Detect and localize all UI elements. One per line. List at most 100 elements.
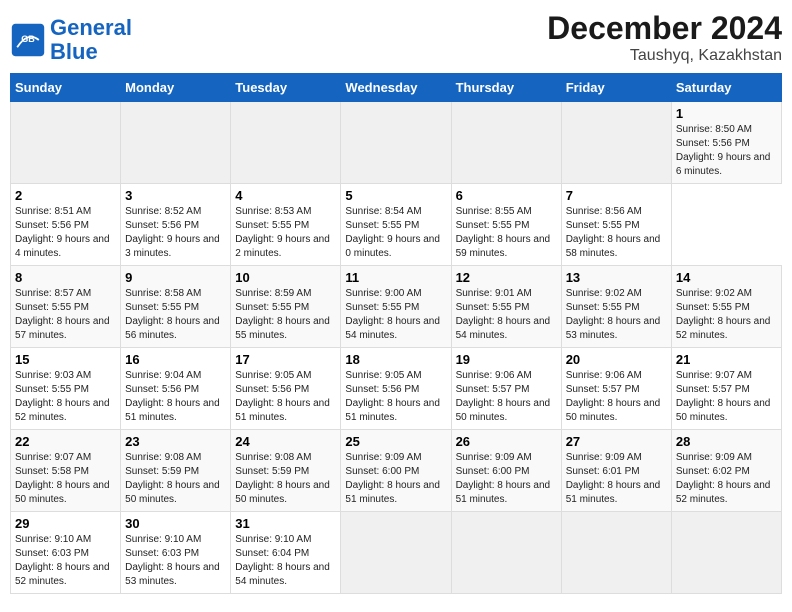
week-row-6: 29 Sunrise: 9:10 AMSunset: 6:03 PMDayligh… [11,512,782,594]
day-info: Sunrise: 8:50 AMSunset: 5:56 PMDaylight:… [676,123,777,179]
day-number: 30 [125,516,226,531]
day-number: 18 [345,352,446,367]
logo: GB General Blue [10,16,132,64]
day-number: 14 [676,270,777,285]
day-info: Sunrise: 9:10 AMSunset: 6:04 PMDaylight:… [235,533,336,589]
calendar-cell: 22Sunrise: 9:07 AMSunset: 5:58 PMDayligh… [11,430,121,512]
day-info: Sunrise: 9:08 AMSunset: 5:59 PMDaylight:… [125,451,226,507]
svg-text:GB: GB [21,34,35,44]
calendar-cell [451,102,561,184]
day-number: 10 [235,270,336,285]
day-number: 12 [456,270,557,285]
day-info: Sunrise: 9:05 AMSunset: 5:56 PMDaylight:… [235,369,336,425]
calendar-cell: 17Sunrise: 9:05 AMSunset: 5:56 PMDayligh… [231,348,341,430]
day-info: Sunrise: 8:59 AMSunset: 5:55 PMDaylight:… [235,287,336,343]
day-number: 6 [456,188,557,203]
week-row-4: 15 Sunrise: 9:03 AMSunset: 5:55 PMDayligh… [11,348,782,430]
week-row-1: 1 Sunrise: 8:50 AMSunset: 5:56 PMDaylight… [11,102,782,184]
day-header-tuesday: Tuesday [231,74,341,102]
calendar-cell [671,512,781,594]
day-header-sunday: Sunday [11,74,121,102]
calendar-cell: 26Sunrise: 9:09 AMSunset: 6:00 PMDayligh… [451,430,561,512]
day-number: 31 [235,516,336,531]
calendar-cell [121,102,231,184]
day-number: 29 [15,516,116,531]
calendar-cell [451,512,561,594]
day-info: Sunrise: 8:51 AMSunset: 5:56 PMDaylight:… [15,205,116,261]
calendar-cell: 20Sunrise: 9:06 AMSunset: 5:57 PMDayligh… [561,348,671,430]
day-number: 11 [345,270,446,285]
day-number: 24 [235,434,336,449]
day-info: Sunrise: 8:53 AMSunset: 5:55 PMDaylight:… [235,205,336,261]
calendar-cell [341,102,451,184]
calendar-cell: 7 Sunrise: 8:56 AMSunset: 5:55 PMDaylight… [561,184,671,266]
day-number: 21 [676,352,777,367]
day-info: Sunrise: 9:05 AMSunset: 5:56 PMDaylight:… [345,369,446,425]
day-header-thursday: Thursday [451,74,561,102]
calendar-body: 1 Sunrise: 8:50 AMSunset: 5:56 PMDaylight… [11,102,782,594]
calendar-cell: 14Sunrise: 9:02 AMSunset: 5:55 PMDayligh… [671,266,781,348]
calendar-cell: 10 Sunrise: 8:59 AMSunset: 5:55 PMDayligh… [231,266,341,348]
day-info: Sunrise: 9:06 AMSunset: 5:57 PMDaylight:… [456,369,557,425]
calendar-cell: 30 Sunrise: 9:10 AMSunset: 6:03 PMDayligh… [121,512,231,594]
calendar-cell [341,512,451,594]
week-row-2: 2 Sunrise: 8:51 AMSunset: 5:56 PMDaylight… [11,184,782,266]
day-info: Sunrise: 8:52 AMSunset: 5:56 PMDaylight:… [125,205,226,261]
day-info: Sunrise: 9:04 AMSunset: 5:56 PMDaylight:… [125,369,226,425]
day-info: Sunrise: 8:57 AMSunset: 5:55 PMDaylight:… [15,287,116,343]
day-headers-row: SundayMondayTuesdayWednesdayThursdayFrid… [11,74,782,102]
day-number: 20 [566,352,667,367]
day-number: 27 [566,434,667,449]
day-info: Sunrise: 8:54 AMSunset: 5:55 PMDaylight:… [345,205,446,261]
calendar-cell: 25 Sunrise: 9:09 AMSunset: 6:00 PMDayligh… [341,430,451,512]
calendar-cell: 9 Sunrise: 8:58 AMSunset: 5:55 PMDaylight… [121,266,231,348]
day-number: 1 [676,106,777,121]
day-number: 16 [125,352,226,367]
calendar-cell: 12 Sunrise: 9:01 AMSunset: 5:55 PMDayligh… [451,266,561,348]
day-number: 2 [15,188,116,203]
day-number: 9 [125,270,226,285]
day-info: Sunrise: 9:00 AMSunset: 5:55 PMDaylight:… [345,287,446,343]
day-number: 8 [15,270,116,285]
calendar-cell: 13Sunrise: 9:02 AMSunset: 5:55 PMDayligh… [561,266,671,348]
logo-line1: General [50,15,132,40]
day-info: Sunrise: 9:09 AMSunset: 6:02 PMDaylight:… [676,451,777,507]
calendar-cell: 3 Sunrise: 8:52 AMSunset: 5:56 PMDaylight… [121,184,231,266]
day-number: 28 [676,434,777,449]
calendar-cell: 19Sunrise: 9:06 AMSunset: 5:57 PMDayligh… [451,348,561,430]
calendar-cell: 2 Sunrise: 8:51 AMSunset: 5:56 PMDaylight… [11,184,121,266]
day-info: Sunrise: 8:55 AMSunset: 5:55 PMDaylight:… [456,205,557,261]
calendar-cell: 18 Sunrise: 9:05 AMSunset: 5:56 PMDayligh… [341,348,451,430]
day-number: 3 [125,188,226,203]
calendar-table: SundayMondayTuesdayWednesdayThursdayFrid… [10,73,782,594]
day-info: Sunrise: 9:10 AMSunset: 6:03 PMDaylight:… [125,533,226,589]
day-info: Sunrise: 9:01 AMSunset: 5:55 PMDaylight:… [456,287,557,343]
day-info: Sunrise: 9:08 AMSunset: 5:59 PMDaylight:… [235,451,336,507]
day-info: Sunrise: 8:58 AMSunset: 5:55 PMDaylight:… [125,287,226,343]
day-info: Sunrise: 8:56 AMSunset: 5:55 PMDaylight:… [566,205,667,261]
day-number: 25 [345,434,446,449]
calendar-cell: 29 Sunrise: 9:10 AMSunset: 6:03 PMDayligh… [11,512,121,594]
calendar-cell: 16 Sunrise: 9:04 AMSunset: 5:56 PMDayligh… [121,348,231,430]
calendar-cell: 28 Sunrise: 9:09 AMSunset: 6:02 PMDayligh… [671,430,781,512]
day-number: 15 [15,352,116,367]
calendar-cell: 27Sunrise: 9:09 AMSunset: 6:01 PMDayligh… [561,430,671,512]
calendar-cell [11,102,121,184]
day-number: 26 [456,434,557,449]
calendar-cell: 24 Sunrise: 9:08 AMSunset: 5:59 PMDayligh… [231,430,341,512]
day-header-monday: Monday [121,74,231,102]
day-number: 5 [345,188,446,203]
header: GB General Blue December 2024 Taushyq, K… [10,10,782,65]
day-info: Sunrise: 9:10 AMSunset: 6:03 PMDaylight:… [15,533,116,589]
calendar-cell: 1 Sunrise: 8:50 AMSunset: 5:56 PMDaylight… [671,102,781,184]
title-area: December 2024 Taushyq, Kazakhstan [547,10,782,65]
day-header-friday: Friday [561,74,671,102]
day-number: 4 [235,188,336,203]
calendar-cell: 31 Sunrise: 9:10 AMSunset: 6:04 PMDayligh… [231,512,341,594]
day-info: Sunrise: 9:07 AMSunset: 5:58 PMDaylight:… [15,451,116,507]
day-info: Sunrise: 9:09 AMSunset: 6:00 PMDaylight:… [345,451,446,507]
calendar-cell: 4 Sunrise: 8:53 AMSunset: 5:55 PMDaylight… [231,184,341,266]
day-info: Sunrise: 9:02 AMSunset: 5:55 PMDaylight:… [566,287,667,343]
day-number: 7 [566,188,667,203]
day-info: Sunrise: 9:03 AMSunset: 5:55 PMDaylight:… [15,369,116,425]
